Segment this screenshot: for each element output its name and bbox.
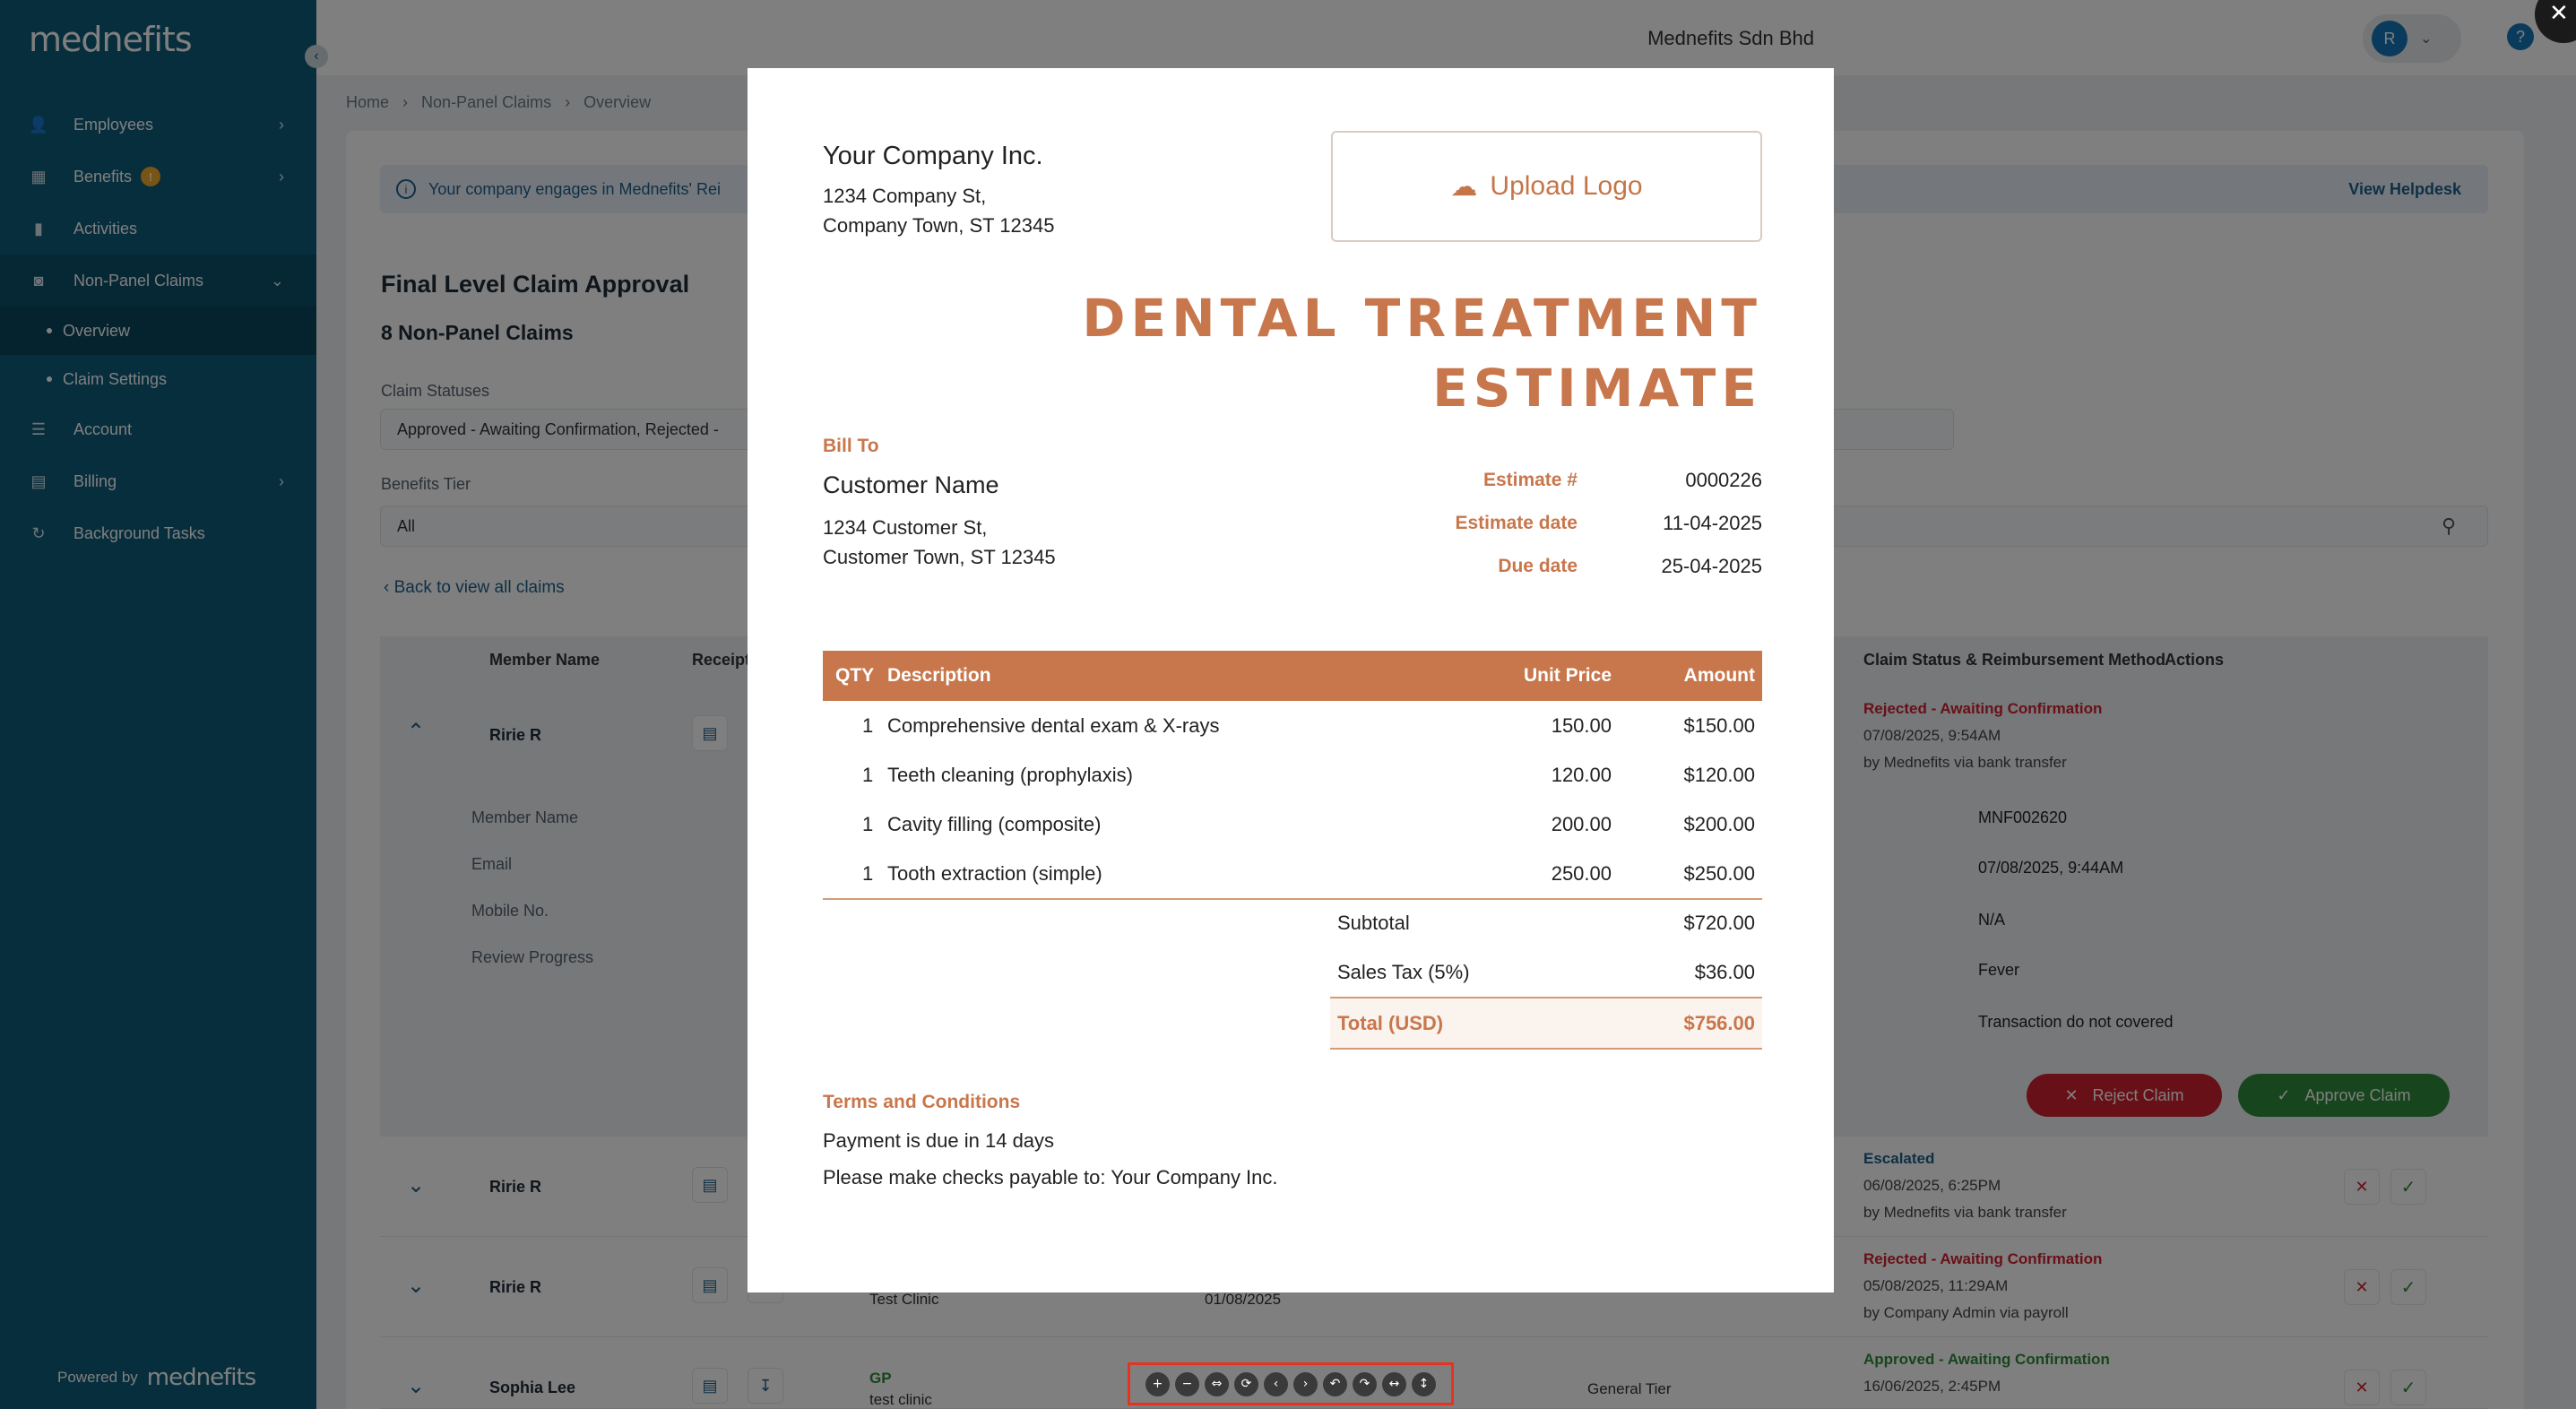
zoom-in-icon[interactable]: + xyxy=(1145,1371,1170,1396)
document-title-line2: ESTIMATE xyxy=(1432,358,1762,419)
previous-icon[interactable]: ‹ xyxy=(1264,1371,1288,1396)
item-unit-price: 120.00 xyxy=(1551,763,1612,786)
meta-row: Estimate # 0000226 xyxy=(1249,459,1762,502)
upload-logo-box: ☁ Upload Logo xyxy=(1331,131,1762,242)
meta-key: Estimate date xyxy=(1455,513,1578,533)
meta-row: Estimate date 11-04-2025 xyxy=(1249,502,1762,545)
line-items-header: QTY Description Unit Price Amount xyxy=(823,651,1762,701)
terms-label: Terms and Conditions xyxy=(823,1092,1021,1112)
reset-icon[interactable]: ⟳ xyxy=(1234,1371,1258,1396)
meta-row: Due date 25-04-2025 xyxy=(1249,545,1762,588)
bill-to-label: Bill To xyxy=(823,436,879,456)
item-unit-price: 250.00 xyxy=(1551,861,1612,885)
tax-value: $36.00 xyxy=(1694,960,1755,983)
line-item: 1 Tooth extraction (simple) 250.00 $250.… xyxy=(823,849,1762,898)
header-amount: Amount xyxy=(1683,665,1755,686)
company-address: 1234 Company St, Company Town, ST 12345 xyxy=(823,181,1054,240)
item-qty: 1 xyxy=(862,713,874,737)
terms-line: Please make checks payable to: Your Comp… xyxy=(823,1166,1278,1189)
totals-block: Subtotal $720.00 Sales Tax (5%) $36.00 T… xyxy=(1330,898,1762,1050)
zoom-out-icon[interactable]: − xyxy=(1175,1371,1199,1396)
item-qty: 1 xyxy=(862,763,874,786)
company-name: Your Company Inc. xyxy=(823,142,1043,170)
customer-address: 1234 Customer St, Customer Town, ST 1234… xyxy=(823,513,1056,572)
subtotal-value: $720.00 xyxy=(1683,911,1755,934)
meta-value: 25-04-2025 xyxy=(1661,555,1762,577)
fit-size-icon[interactable]: ⇔ xyxy=(1205,1371,1229,1396)
meta-value: 0000226 xyxy=(1685,469,1762,491)
line-item: 1 Comprehensive dental exam & X-rays 150… xyxy=(823,701,1762,750)
rotate-right-icon[interactable]: ↷ xyxy=(1353,1371,1377,1396)
meta-key: Estimate # xyxy=(1482,470,1578,490)
document-title: DENTAL TREATMENT ESTIMATE xyxy=(1082,283,1762,423)
item-description: Comprehensive dental exam & X-rays xyxy=(887,713,1220,737)
tax-label: Sales Tax (5%) xyxy=(1337,960,1470,983)
item-amount: $150.00 xyxy=(1683,713,1755,737)
upload-logo-label: Upload Logo xyxy=(1490,171,1643,201)
image-viewer-toolbar: + − ⇔ ⟳ ‹ › ↶ ↷ ↔ ↕ xyxy=(1128,1362,1454,1405)
total-row: Total (USD) $756.00 xyxy=(1330,998,1762,1048)
customer-address-line2: Customer Town, ST 12345 xyxy=(823,546,1056,568)
divider xyxy=(1330,1048,1762,1050)
line-items-table: QTY Description Unit Price Amount 1 Comp… xyxy=(823,651,1762,900)
company-address-line2: Company Town, ST 12345 xyxy=(823,214,1055,237)
terms-line: Payment is due in 14 days xyxy=(823,1129,1055,1152)
item-unit-price: 200.00 xyxy=(1551,812,1612,835)
company-address-line1: 1234 Company St, xyxy=(823,185,987,207)
flip-vertical-icon[interactable]: ↕ xyxy=(1412,1371,1436,1396)
total-label: Total (USD) xyxy=(1337,1011,1444,1034)
item-amount: $120.00 xyxy=(1683,763,1755,786)
header-qty: QTY xyxy=(835,665,875,686)
item-description: Tooth extraction (simple) xyxy=(887,861,1102,885)
header-description: Description xyxy=(887,665,991,686)
tax-row: Sales Tax (5%) $36.00 xyxy=(1330,947,1762,997)
total-value: $756.00 xyxy=(1683,1011,1755,1034)
next-icon[interactable]: › xyxy=(1293,1371,1318,1396)
item-amount: $200.00 xyxy=(1683,812,1755,835)
meta-value: 11-04-2025 xyxy=(1663,512,1762,534)
line-item: 1 Cavity filling (composite) 200.00 $200… xyxy=(823,800,1762,849)
customer-address-line1: 1234 Customer St, xyxy=(823,516,988,539)
item-unit-price: 150.00 xyxy=(1551,713,1612,737)
item-qty: 1 xyxy=(862,812,874,835)
receipt-document-preview: Your Company Inc. 1234 Company St, Compa… xyxy=(748,68,1834,1292)
customer-name: Customer Name xyxy=(823,471,999,498)
line-item: 1 Teeth cleaning (prophylaxis) 120.00 $1… xyxy=(823,750,1762,800)
estimate-meta: Estimate # 0000226 Estimate date 11-04-2… xyxy=(1249,459,1762,588)
item-amount: $250.00 xyxy=(1683,861,1755,885)
cloud-upload-icon: ☁ xyxy=(1450,171,1478,202)
meta-key: Due date xyxy=(1498,556,1578,576)
item-description: Cavity filling (composite) xyxy=(887,812,1102,835)
document-title-line1: DENTAL TREATMENT xyxy=(1082,288,1762,349)
subtotal-row: Subtotal $720.00 xyxy=(1330,898,1762,947)
subtotal-label: Subtotal xyxy=(1337,911,1410,934)
item-description: Teeth cleaning (prophylaxis) xyxy=(887,763,1133,786)
header-unit-price: Unit Price xyxy=(1523,665,1612,686)
rotate-left-icon[interactable]: ↶ xyxy=(1323,1371,1347,1396)
item-qty: 1 xyxy=(862,861,874,885)
flip-horizontal-icon[interactable]: ↔ xyxy=(1382,1371,1406,1396)
